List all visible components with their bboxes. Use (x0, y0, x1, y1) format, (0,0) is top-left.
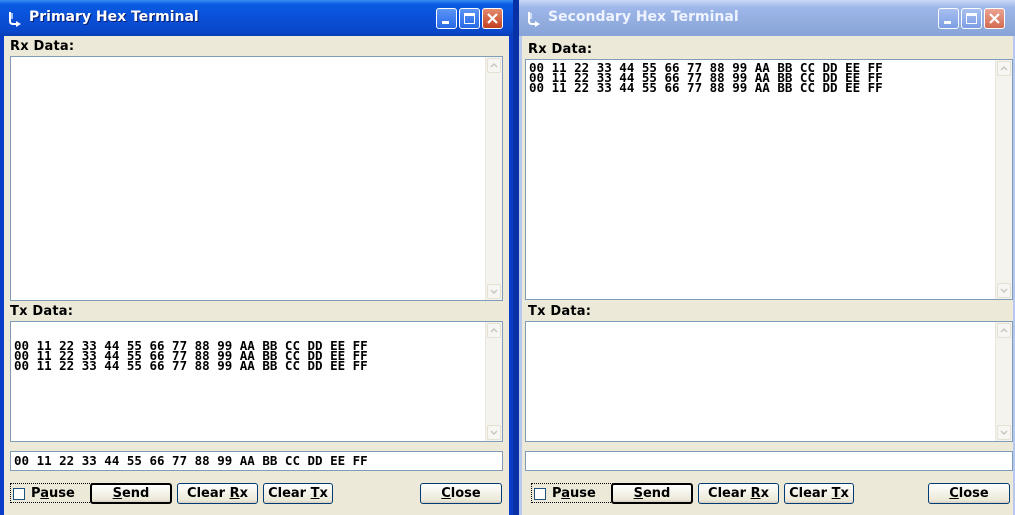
pause-checkbox[interactable]: Pause (10, 483, 92, 503)
tx-data-label: Tx Data: (528, 304, 592, 319)
hex-line: 00 11 22 33 44 55 66 77 88 99 AA BB CC D… (529, 80, 883, 95)
hex-line: 00 11 22 33 44 55 66 77 88 99 AA BB CC D… (14, 358, 368, 373)
close-icon (487, 13, 498, 24)
button-row: Pause Send Clear Rx Clear Tx Close (522, 479, 1013, 507)
secondary-title-bar[interactable]: Secondary Hex Terminal (519, 0, 1015, 36)
maximize-icon (966, 13, 977, 24)
scroll-down-button[interactable] (997, 283, 1011, 298)
pause-checkbox-box[interactable] (13, 488, 25, 500)
close-icon (989, 13, 1000, 24)
pause-checkbox[interactable]: Pause (531, 483, 613, 503)
scroll-down-arrow-icon (1000, 430, 1008, 436)
rx-data-label: Rx Data: (528, 42, 593, 57)
scroll-up-button[interactable] (997, 61, 1011, 76)
scroll-up-arrow-icon (490, 327, 498, 333)
maximize-button[interactable] (961, 8, 982, 29)
tx-data-content: 00 11 22 33 44 55 66 77 88 99 AA BB CC D… (14, 339, 482, 373)
minimize-button[interactable] (938, 8, 959, 29)
rx-data-textarea[interactable] (10, 56, 503, 301)
close-button[interactable]: Close (928, 483, 1010, 504)
scroll-up-button[interactable] (487, 58, 501, 73)
clear-tx-button[interactable]: Clear Tx (784, 483, 854, 504)
scroll-up-arrow-icon (1000, 327, 1008, 333)
minimize-button[interactable] (436, 8, 457, 29)
minimize-icon (944, 21, 951, 24)
scroll-down-button[interactable] (997, 425, 1011, 440)
rx-data-textarea[interactable]: 00 11 22 33 44 55 66 77 88 99 AA BB CC D… (525, 59, 1013, 300)
scroll-down-arrow-icon (1000, 288, 1008, 294)
clear-tx-button[interactable]: Clear Tx (263, 483, 333, 504)
scroll-up-button[interactable] (997, 323, 1011, 338)
secondary-terminal-window: Secondary Hex Terminal Rx Data: 00 11 22… (519, 0, 1015, 515)
minimize-icon (442, 21, 449, 24)
send-data-input[interactable]: 00 11 22 33 44 55 66 77 88 99 AA BB CC D… (10, 451, 503, 471)
tx-data-textarea[interactable] (525, 321, 1013, 442)
terminal-app-icon (528, 12, 540, 27)
terminal-app-icon (9, 12, 21, 27)
window-title: Secondary Hex Terminal (548, 9, 739, 25)
tx-scrollbar[interactable] (995, 322, 1012, 441)
maximize-icon (464, 13, 475, 24)
close-window-button[interactable] (482, 8, 503, 29)
window-title: Primary Hex Terminal (29, 9, 199, 25)
pause-label: Pause (552, 486, 596, 501)
tx-data-label: Tx Data: (10, 304, 74, 319)
scroll-up-button[interactable] (487, 323, 501, 338)
clear-rx-button[interactable]: Clear Rx (177, 483, 258, 504)
close-button[interactable]: Close (420, 483, 502, 504)
tx-scrollbar[interactable] (485, 322, 502, 441)
send-data-input[interactable] (525, 451, 1013, 471)
tx-data-textarea[interactable]: 00 11 22 33 44 55 66 77 88 99 AA BB CC D… (10, 321, 503, 442)
send-button[interactable]: Send (90, 483, 172, 504)
send-button[interactable]: Send (611, 483, 693, 504)
scroll-down-button[interactable] (487, 284, 501, 299)
pause-label: Pause (31, 486, 75, 501)
clear-rx-button[interactable]: Clear Rx (698, 483, 779, 504)
scroll-down-arrow-icon (490, 289, 498, 295)
close-window-button[interactable] (984, 8, 1005, 29)
rx-scrollbar[interactable] (995, 60, 1012, 299)
scroll-up-arrow-icon (1000, 65, 1008, 71)
rx-scrollbar[interactable] (485, 57, 502, 300)
scroll-up-arrow-icon (490, 62, 498, 68)
primary-client-area: Rx Data: Tx Data: 00 11 22 33 44 55 66 7… (4, 36, 509, 515)
rx-data-label: Rx Data: (10, 39, 75, 54)
scroll-down-button[interactable] (487, 425, 501, 440)
rx-data-content: 00 11 22 33 44 55 66 77 88 99 AA BB CC D… (529, 61, 992, 95)
secondary-client-area: Rx Data: 00 11 22 33 44 55 66 77 88 99 A… (522, 36, 1013, 515)
pause-checkbox-box[interactable] (534, 488, 546, 500)
maximize-button[interactable] (459, 8, 480, 29)
primary-terminal-window: Primary Hex Terminal Rx Data: Tx Data: 0… (0, 0, 513, 515)
primary-title-bar[interactable]: Primary Hex Terminal (0, 0, 513, 36)
scroll-down-arrow-icon (490, 430, 498, 436)
button-row: Pause Send Clear Rx Clear Tx Close (4, 479, 509, 507)
